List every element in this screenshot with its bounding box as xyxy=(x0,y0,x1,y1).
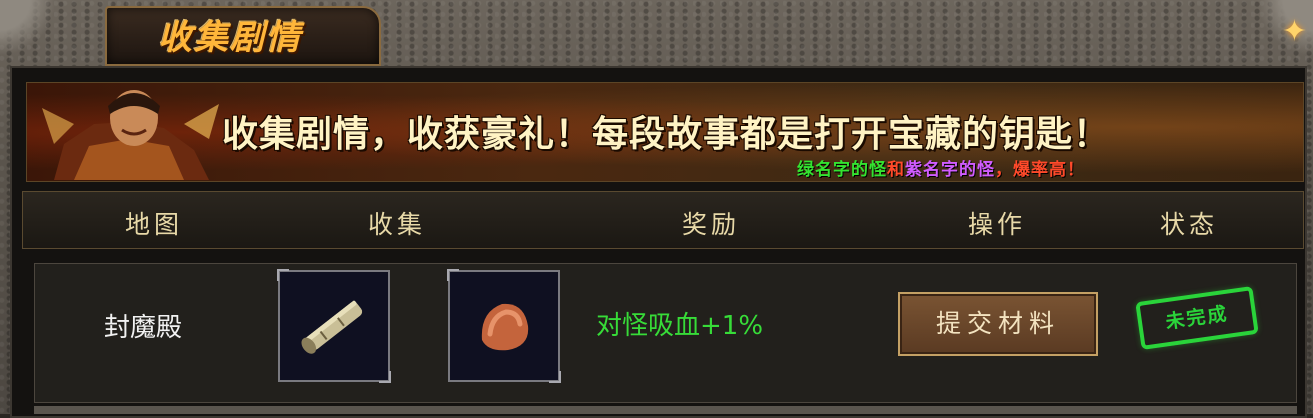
header-action: 操作 xyxy=(968,210,1027,239)
submit-materials-button[interactable]: 提交材料 xyxy=(898,292,1098,356)
header-map: 地图 xyxy=(125,210,184,239)
frame-corner-ornament xyxy=(0,0,60,60)
item-slot[interactable] xyxy=(277,269,391,383)
conjunction-text: 和 xyxy=(887,160,905,180)
header-collect: 收集 xyxy=(368,210,427,239)
purple-monster-text: 紫名字的怪 xyxy=(905,160,995,180)
item-slot[interactable] xyxy=(447,269,561,383)
panel-title: 收集剧情 xyxy=(158,18,302,58)
next-row-edge xyxy=(34,406,1297,414)
header-status: 状态 xyxy=(1160,210,1219,239)
table-header xyxy=(22,191,1304,249)
banner-headline: 收集剧情，收获豪礼！每段故事都是打开宝藏的钥匙！ xyxy=(222,114,1111,155)
scroll-item-icon xyxy=(301,300,363,354)
warrior-portrait-icon xyxy=(42,90,219,180)
map-name: 封魔殿 xyxy=(104,313,183,343)
header-reward: 奖励 xyxy=(682,210,741,239)
reward-text: 对怪吸血+1% xyxy=(596,311,764,341)
meat-item-icon xyxy=(481,303,529,351)
banner-subline: 绿名字的怪和紫名字的怪，爆率高！ xyxy=(797,155,1085,180)
drop-rate-text: ，爆率高！ xyxy=(995,160,1085,180)
star-icon: ✦ xyxy=(1281,14,1307,49)
green-monster-text: 绿名字的怪 xyxy=(797,160,887,180)
